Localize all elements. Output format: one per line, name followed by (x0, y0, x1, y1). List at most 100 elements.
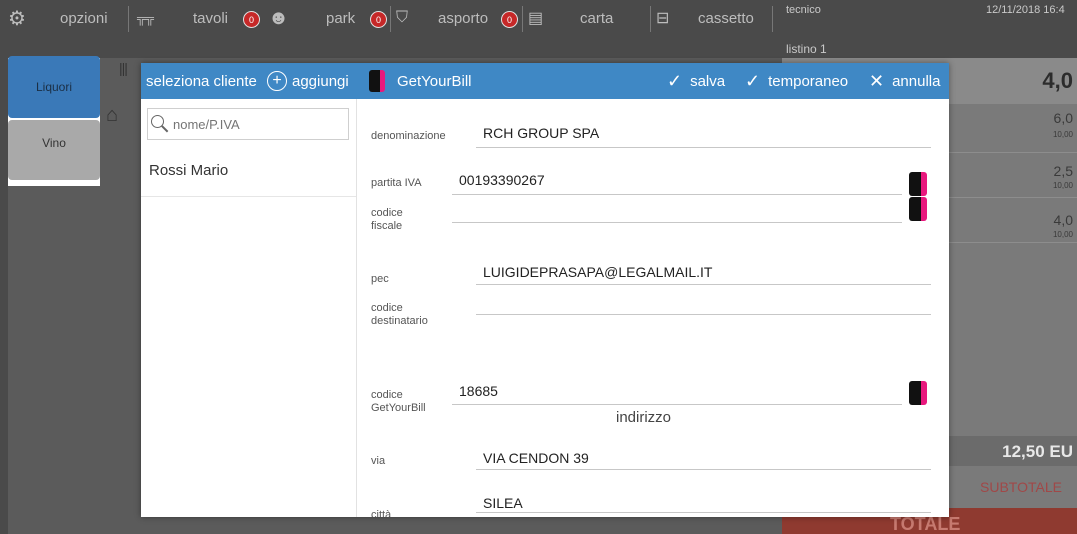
gear-icon: ⚙ (8, 7, 26, 30)
field-label-codice-fiscale: codice fiscale (371, 207, 403, 232)
takeaway-button[interactable]: ⛉ asporto (396, 0, 488, 36)
row-amount: 2,5 (1053, 163, 1073, 179)
check-icon: ✓ (667, 70, 683, 91)
field-underline (476, 314, 931, 315)
customer-name: Rossi Mario (149, 162, 229, 179)
row-subvalue: 10,00 (1052, 130, 1073, 139)
customer-list-item[interactable]: Rossi Mario (141, 152, 356, 197)
field-label-denominazione: denominazione (371, 130, 446, 142)
category-label: Vino (42, 136, 66, 150)
field-label-via: via (371, 455, 386, 467)
cancel-button[interactable]: ✕ annulla (869, 63, 940, 99)
save-button[interactable]: ✓ salva (667, 63, 725, 99)
field-label-partita-iva: partita IVA (371, 177, 422, 189)
datetime: 12/11/2018 16:4 (986, 4, 1065, 16)
pec-field[interactable]: LUIGIDEPRASAPA@LEGALMAIL.IT (483, 264, 712, 280)
field-underline (476, 284, 931, 285)
total-label: TOTALE (890, 514, 961, 534)
categories-background (8, 186, 100, 534)
field-underline (476, 469, 931, 470)
citta-field[interactable]: SILEA (483, 495, 523, 511)
search-input[interactable] (171, 115, 340, 133)
dialog-title: seleziona cliente (146, 72, 257, 90)
customer-list-pane: Rossi Mario (141, 99, 357, 517)
tables-button[interactable]: ╦╦ tavoli (137, 0, 228, 36)
options-button[interactable]: ⚙ opzioni (8, 0, 108, 36)
field-underline (452, 194, 902, 195)
customer-search[interactable] (147, 108, 349, 140)
customer-form: denominazione RCH GROUP SPA partita IVA … (356, 99, 949, 517)
divider (390, 6, 391, 32)
drawer-label: cassetto (698, 9, 754, 27)
drawer-icon: ⊟ (656, 10, 670, 27)
takeaway-label: asporto (438, 9, 489, 27)
getyourbill-button[interactable]: GetYourBill (369, 63, 472, 99)
options-label: opzioni (60, 9, 108, 27)
row-amount: 6,0 (1053, 110, 1073, 126)
park-label: park (326, 9, 356, 27)
row-subvalue: 10,00 (1052, 230, 1073, 239)
row-amount: 4,0 (1053, 212, 1073, 228)
getyourbill-icon[interactable] (909, 381, 927, 405)
person-icon: ☻ (268, 6, 290, 29)
field-underline (476, 147, 931, 148)
category-label: Liquori (35, 80, 73, 94)
park-badge: 0 (370, 11, 387, 28)
address-section-title: indirizzo (616, 409, 672, 426)
field-underline (452, 404, 902, 405)
field-underline (452, 222, 902, 223)
getyourbill-icon (369, 70, 385, 92)
divider (650, 6, 651, 32)
field-underline (476, 512, 931, 513)
getyourbill-label: GetYourBill (397, 72, 472, 90)
denominazione-field[interactable]: RCH GROUP SPA (483, 125, 599, 141)
dialog-header: seleziona cliente + aggiungi GetYourBill… (141, 63, 949, 99)
plus-circle-icon: + (267, 71, 287, 91)
tables-badge: 0 (243, 11, 260, 28)
getyourbill-icon[interactable] (909, 197, 927, 221)
home-icon[interactable]: ⌂ (106, 104, 118, 127)
total-amount: 12,50 EU (1002, 442, 1073, 461)
divider (522, 6, 523, 32)
bag-icon: ⛉ (396, 9, 409, 26)
table-icon: ╦╦ (137, 11, 155, 25)
waiter-icon-button[interactable]: ☻ (268, 0, 289, 36)
header-amount: 4,0 (1042, 68, 1073, 93)
add-customer-button[interactable]: + aggiungi (267, 63, 349, 99)
field-label-citta: città (371, 509, 392, 517)
drawer-button[interactable]: ⊟ cassetto (656, 0, 754, 36)
field-label-codice-getyourbill: codice GetYourBill (371, 389, 426, 414)
category-liquori[interactable]: Liquori (8, 56, 100, 118)
cancel-label: annulla (892, 72, 941, 90)
check-icon: ✓ (745, 70, 761, 91)
partita-iva-field[interactable]: 00193390267 (459, 172, 545, 188)
takeaway-badge: 0 (501, 11, 518, 28)
temporary-button[interactable]: ✓ temporaneo (745, 63, 848, 99)
top-bar: ⚙ opzioni ╦╦ tavoli 0 ☻ park 0 ⛉ asporto… (0, 0, 1077, 58)
subtotal-label: SUBTOTALE (980, 479, 1062, 495)
field-label-pec: pec (371, 273, 389, 285)
card-label: carta (580, 9, 614, 27)
receipt-icon: ▤ (528, 10, 544, 27)
park-button[interactable]: park (326, 0, 355, 36)
tables-label: tavoli (193, 9, 229, 27)
temporary-label: temporaneo (768, 72, 849, 90)
add-label: aggiungi (292, 72, 349, 90)
getyourbill-icon[interactable] (909, 172, 927, 196)
divider (128, 6, 129, 32)
via-field[interactable]: VIA CENDON 39 (483, 450, 589, 466)
search-icon (151, 115, 169, 133)
price-list: listino 1 (786, 42, 827, 56)
left-strip (0, 36, 8, 534)
save-label: salva (690, 72, 726, 90)
category-vino[interactable]: Vino (8, 120, 100, 180)
operator-name: tecnico (786, 4, 821, 16)
card-button[interactable]: ▤ carta (528, 0, 613, 36)
barcode-icon[interactable]: ||| (119, 60, 128, 76)
customer-dialog: seleziona cliente + aggiungi GetYourBill… (141, 63, 949, 517)
row-subvalue: 10,00 (1052, 181, 1073, 190)
codice-getyourbill-field[interactable]: 18685 (459, 383, 498, 399)
divider (772, 6, 773, 32)
close-icon: ✕ (869, 70, 885, 91)
field-label-codice-destinatario: codice destinatario (371, 302, 428, 327)
